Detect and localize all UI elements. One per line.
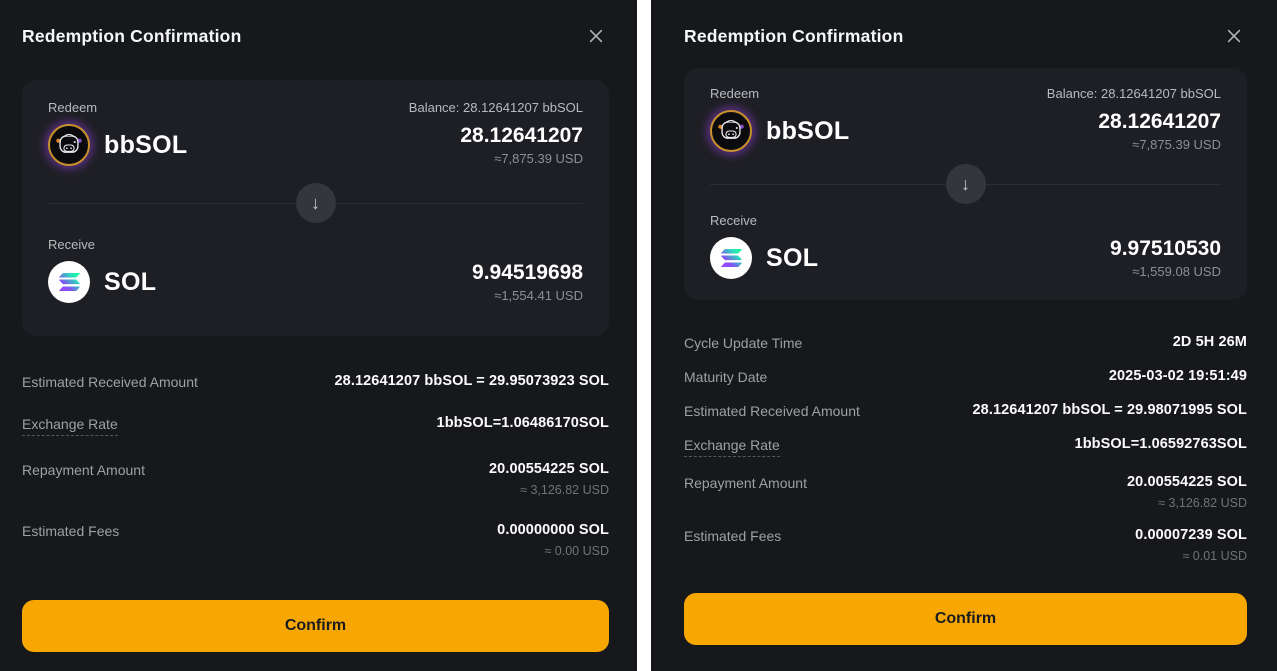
modal-title: Redemption Confirmation (684, 26, 903, 47)
modal-header: Redemption Confirmation (22, 0, 609, 54)
redeem-label: Redeem (48, 100, 97, 115)
receive-header-row: Receive (48, 237, 583, 252)
arrow-down-icon: ↓ (946, 164, 986, 204)
receive-token: SOL (48, 261, 156, 303)
row-repayment-amount: Repayment Amount 20.00554225 SOL ≈ 3,126… (22, 461, 609, 497)
screenshot-divider (637, 0, 651, 671)
redeem-header-row: Redeem Balance: 28.12641207 bbSOL (710, 86, 1221, 101)
balance-text: Balance: 28.12641207 bbSOL (409, 100, 583, 115)
receive-amount-col: 9.97510530 ≈1,559.08 USD (1110, 237, 1221, 279)
swap-summary-card: Redeem Balance: 28.12641207 bbSOL (22, 80, 609, 336)
row-label: Estimated Fees (684, 527, 781, 544)
row-label: Maturity Date (684, 368, 767, 385)
receive-header-row: Receive (710, 213, 1221, 228)
redemption-modal-cycle: Redemption Confirmation Redeem Balance: … (651, 0, 1277, 671)
redeem-usd-value: ≈7,875.39 USD (494, 151, 583, 166)
row-usd-sub: ≈ 3,126.82 USD (520, 483, 609, 497)
row-value: 28.12641207 bbSOL = 29.98071995 SOL (973, 402, 1248, 418)
row-exchange-rate: Exchange Rate 1bbSOL=1.06592763SOL (684, 436, 1247, 457)
divider-line (336, 203, 584, 204)
row-label: Repayment Amount (684, 474, 807, 491)
row-estimated-fees: Estimated Fees 0.00000000 SOL ≈ 0.00 USD (22, 522, 609, 558)
row-label: Cycle Update Time (684, 334, 802, 351)
redeem-token-symbol: bbSOL (766, 117, 849, 146)
redeem-amount-col: 28.12641207 ≈7,875.39 USD (1098, 110, 1221, 152)
receive-token-row: SOL 9.97510530 ≈1,559.08 USD (710, 234, 1221, 282)
row-label: Estimated Received Amount (22, 373, 198, 390)
close-icon (587, 27, 605, 45)
redeem-amount-col: 28.12641207 ≈7,875.39 USD (460, 124, 583, 166)
row-value: 0.00000000 SOL (497, 522, 609, 538)
row-value: 1bbSOL=1.06486170SOL (437, 415, 609, 431)
bbsol-token-icon (710, 110, 752, 152)
redeem-token: bbSOL (48, 124, 187, 166)
receive-token: SOL (710, 237, 818, 279)
row-maturity-date: Maturity Date 2025-03-02 19:51:49 (684, 368, 1247, 385)
row-value: 28.12641207 bbSOL = 29.95073923 SOL (335, 373, 610, 389)
row-value: 2025-03-02 19:51:49 (1109, 368, 1247, 384)
balance-text: Balance: 28.12641207 bbSOL (1047, 86, 1221, 101)
sol-token-icon (48, 261, 90, 303)
row-label: Estimated Fees (22, 522, 119, 539)
redeem-label: Redeem (710, 86, 759, 101)
row-cycle-update-time: Cycle Update Time 2D 5H 26M (684, 334, 1247, 351)
modal-title: Redemption Confirmation (22, 26, 241, 47)
row-value: 20.00554225 SOL (489, 461, 609, 477)
arrow-down-icon: ↓ (296, 183, 336, 223)
row-estimated-received-amount: Estimated Received Amount 28.12641207 bb… (22, 373, 609, 390)
detail-rows: Cycle Update Time 2D 5H 26M Maturity Dat… (684, 334, 1247, 580)
redeem-usd-value: ≈7,875.39 USD (1132, 137, 1221, 152)
receive-token-symbol: SOL (104, 268, 156, 297)
receive-label: Receive (48, 237, 95, 252)
close-icon (1225, 27, 1243, 45)
redeem-token-symbol: bbSOL (104, 131, 187, 160)
redeem-token: bbSOL (710, 110, 849, 152)
bbsol-token-icon (48, 124, 90, 166)
receive-amount: 9.94519698 (472, 261, 583, 285)
divider-line (710, 184, 946, 185)
divider-line (48, 203, 296, 204)
receive-token-row: SOL 9.94519698 ≈1,554.41 USD (48, 258, 583, 306)
row-value: 0.00007239 SOL (1135, 527, 1247, 543)
row-exchange-rate: Exchange Rate 1bbSOL=1.06486170SOL (22, 415, 609, 436)
swap-direction-divider: ↓ (710, 165, 1221, 203)
close-button[interactable] (583, 23, 609, 49)
row-value: 2D 5H 26M (1173, 334, 1247, 350)
row-estimated-fees: Estimated Fees 0.00007239 SOL ≈ 0.01 USD (684, 527, 1247, 563)
exchange-rate-label[interactable]: Exchange Rate (22, 415, 118, 436)
redeem-token-row: bbSOL 28.12641207 ≈7,875.39 USD (48, 121, 583, 169)
receive-usd-value: ≈1,559.08 USD (1132, 264, 1221, 279)
receive-amount-col: 9.94519698 ≈1,554.41 USD (472, 261, 583, 303)
row-usd-sub: ≈ 0.00 USD (544, 544, 609, 558)
modal-header: Redemption Confirmation (684, 0, 1247, 54)
detail-rows: Estimated Received Amount 28.12641207 bb… (22, 373, 609, 583)
confirm-button[interactable]: Confirm (684, 593, 1247, 645)
close-button[interactable] (1221, 23, 1247, 49)
receive-token-symbol: SOL (766, 244, 818, 273)
confirm-button[interactable]: Confirm (22, 600, 609, 652)
row-label: Repayment Amount (22, 461, 145, 478)
receive-usd-value: ≈1,554.41 USD (494, 288, 583, 303)
redeem-amount: 28.12641207 (1098, 110, 1221, 134)
redemption-modal-instant: Redemption Confirmation Redeem Balance: … (0, 0, 637, 671)
row-value: 1bbSOL=1.06592763SOL (1075, 436, 1247, 452)
redeem-header-row: Redeem Balance: 28.12641207 bbSOL (48, 100, 583, 115)
row-usd-sub: ≈ 3,126.82 USD (1158, 496, 1247, 510)
row-estimated-received-amount: Estimated Received Amount 28.12641207 bb… (684, 402, 1247, 419)
row-usd-sub: ≈ 0.01 USD (1182, 549, 1247, 563)
sol-token-icon (710, 237, 752, 279)
exchange-rate-label[interactable]: Exchange Rate (684, 436, 780, 457)
row-repayment-amount: Repayment Amount 20.00554225 SOL ≈ 3,126… (684, 474, 1247, 510)
receive-amount: 9.97510530 (1110, 237, 1221, 261)
receive-label: Receive (710, 213, 757, 228)
swap-summary-card: Redeem Balance: 28.12641207 bbSOL (684, 68, 1247, 300)
row-value: 20.00554225 SOL (1127, 474, 1247, 490)
side-by-side-screenshots: Redemption Confirmation Redeem Balance: … (0, 0, 1277, 671)
row-label: Estimated Received Amount (684, 402, 860, 419)
swap-direction-divider: ↓ (48, 183, 583, 223)
divider-line (986, 184, 1222, 185)
redeem-token-row: bbSOL 28.12641207 ≈7,875.39 USD (710, 107, 1221, 155)
redeem-amount: 28.12641207 (460, 124, 583, 148)
